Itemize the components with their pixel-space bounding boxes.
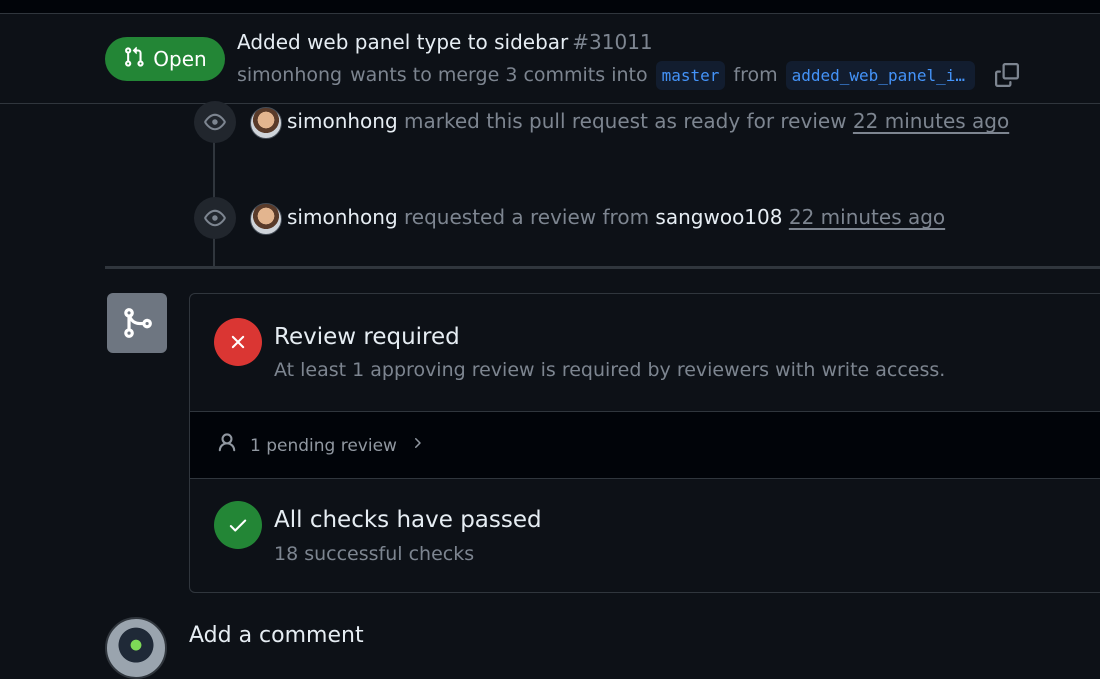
pending-review-label: 1 pending review — [250, 435, 397, 456]
pending-review-row[interactable]: 1 pending review — [190, 412, 1100, 479]
timeline-event: simonhong marked this pull request as re… — [287, 109, 1009, 133]
event-timestamp[interactable]: 22 minutes ago — [789, 205, 945, 229]
event-text: marked this pull request as ready for re… — [404, 109, 847, 133]
check-icon — [214, 501, 262, 549]
avatar — [105, 617, 167, 679]
git-pull-request-icon — [123, 46, 145, 73]
event-text: requested a review from — [404, 205, 650, 229]
eye-icon — [194, 197, 236, 239]
eye-icon — [194, 101, 236, 143]
chevron-right-icon — [409, 435, 425, 456]
person-icon — [216, 432, 238, 459]
pr-state-badge: Open — [105, 37, 225, 81]
reviewer-link[interactable]: sangwoo108 — [655, 205, 782, 229]
from-text: from — [733, 64, 778, 86]
pr-header: Open Added web panel type to sidebar #310… — [0, 14, 1100, 104]
event-timestamp[interactable]: 22 minutes ago — [853, 109, 1009, 133]
pr-title: Added web panel type to sidebar #31011 — [237, 30, 653, 54]
base-branch[interactable]: master — [655, 60, 726, 90]
review-required-desc: At least 1 approving review is required … — [274, 359, 946, 381]
copy-icon[interactable] — [995, 63, 1019, 87]
review-required-title: Review required — [274, 324, 460, 350]
avatar[interactable] — [250, 203, 282, 235]
timeline-event: simonhong requested a review from sangwo… — [287, 205, 945, 229]
git-merge-icon — [107, 293, 167, 353]
add-comment-title: Add a comment — [189, 623, 364, 648]
review-required-section: Review required At least 1 approving rev… — [190, 294, 1100, 412]
top-bar — [0, 0, 1100, 14]
head-branch[interactable]: added_web_panel_i… — [785, 60, 975, 90]
pr-title-text: Added web panel type to sidebar — [237, 30, 569, 54]
merge-box: Review required At least 1 approving rev… — [189, 293, 1100, 593]
checks-title: All checks have passed — [274, 507, 542, 533]
pr-merge-text: wants to merge 3 commits into — [350, 64, 648, 86]
pr-number: #31011 — [572, 30, 653, 54]
pr-author-link[interactable]: simonhong — [237, 64, 342, 86]
actor-link[interactable]: simonhong — [287, 109, 398, 133]
checks-desc: 18 successful checks — [274, 543, 475, 565]
avatar[interactable] — [250, 107, 282, 139]
actor-link[interactable]: simonhong — [287, 205, 398, 229]
timeline-divider — [105, 266, 1100, 269]
pr-state-label: Open — [153, 47, 207, 71]
x-icon — [214, 318, 262, 366]
checks-section: All checks have passed 18 successful che… — [190, 479, 1100, 592]
pr-merge-summary: simonhong wants to merge 3 commits into … — [237, 59, 1019, 91]
